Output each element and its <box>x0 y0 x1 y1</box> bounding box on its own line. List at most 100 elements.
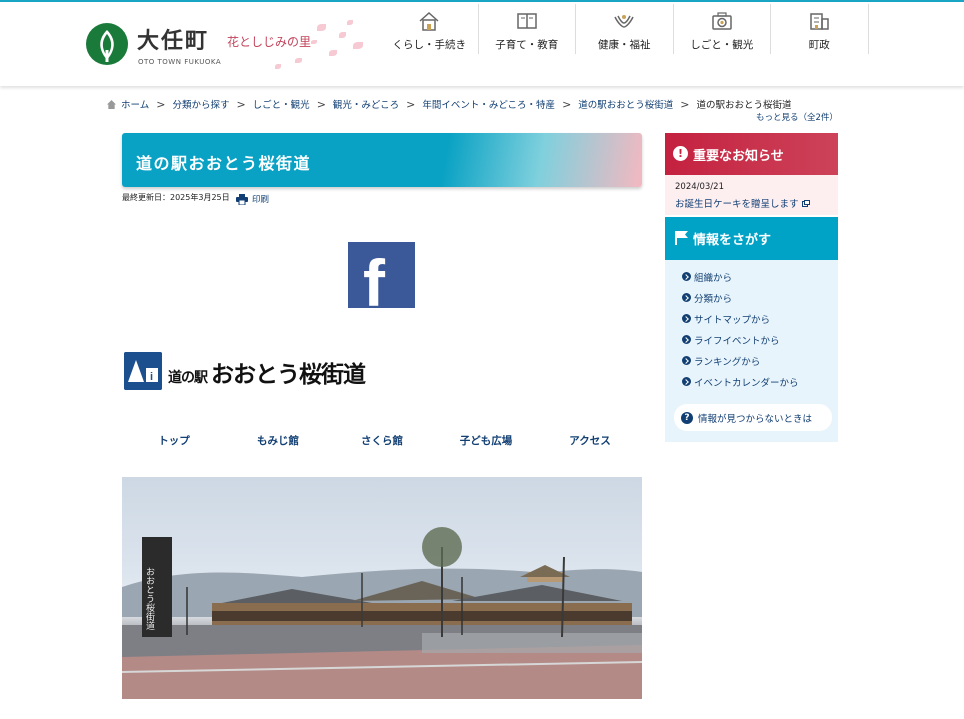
nav-label: 子育て・教育 <box>495 39 559 51</box>
station-name-text: おおとう桜街道 <box>211 361 366 388</box>
breadcrumb-separator: > <box>406 97 416 111</box>
breadcrumb-separator: > <box>562 97 572 111</box>
station-name: 道の駅 おおとう桜街道 <box>168 355 366 389</box>
sub-nav-top[interactable]: トップ <box>122 433 226 448</box>
station-photo: おおとう桜街道 <box>122 477 642 699</box>
breadcrumb-link[interactable]: 観光・みどころ <box>333 97 399 111</box>
find-info-list: 組織から 分類から サイトマップから ライフイベントから ランキングから イベン… <box>682 266 799 392</box>
home-icon <box>107 99 116 109</box>
find-by-ranking[interactable]: ランキングから <box>682 350 799 371</box>
info-not-found-button[interactable]: ? 情報が見つからないときは <box>674 404 832 431</box>
notice-link-text: お誕生日ケーキを贈呈します <box>675 199 799 210</box>
building-icon <box>810 13 829 30</box>
nav-item-health[interactable]: 健康・福祉 <box>576 4 674 54</box>
svg-text:i: i <box>150 371 153 383</box>
sub-nav-kids[interactable]: 子ども広場 <box>434 433 538 448</box>
petal-decoration <box>275 64 281 69</box>
important-notice-header: ! 重要なお知らせ <box>665 133 838 175</box>
arrow-circle-icon <box>682 272 691 281</box>
find-by-category[interactable]: 分類から <box>682 287 799 308</box>
logo-tagline: 花としじみの里 <box>227 35 312 49</box>
notice-date: 2024/03/21 <box>675 182 724 192</box>
house-icon <box>419 11 439 31</box>
facebook-link[interactable]: f <box>348 242 415 308</box>
petal-decoration <box>311 40 317 44</box>
petal-decoration <box>295 58 302 63</box>
logo-title: 大任町 <box>137 28 210 54</box>
breadcrumb: ホーム > 分類から探す > しごと・観光 > 観光・みどころ > 年間イベント… <box>107 97 847 111</box>
important-notice-body: 2024/03/21 お誕生日ケーキを贈呈します <box>665 175 838 215</box>
petal-decoration <box>329 50 337 56</box>
find-by-organization[interactable]: 組織から <box>682 266 799 287</box>
breadcrumb-separator: > <box>236 97 246 111</box>
petal-decoration <box>353 42 363 49</box>
arrow-circle-icon <box>682 377 691 386</box>
nav-item-government[interactable]: 町政 <box>771 4 869 54</box>
hands-icon <box>614 15 634 28</box>
page-title-bar: 道の駅おおとう桜街道 <box>122 133 642 187</box>
breadcrumb-separator: > <box>156 97 166 111</box>
nav-label: しごと・観光 <box>690 39 754 51</box>
nav-label: 町政 <box>808 39 830 51</box>
petal-decoration <box>347 20 353 25</box>
printer-icon <box>236 193 248 205</box>
info-not-found-label: 情報が見つからないときは <box>698 413 813 425</box>
facebook-icon: f <box>363 246 385 308</box>
site-logo[interactable]: 大任町 OTO TOWN FUKUOKA 花としじみの里 <box>85 20 375 80</box>
book-icon <box>517 13 537 29</box>
sub-nav-access[interactable]: アクセス <box>538 433 642 448</box>
road-station-badge-icon: i <box>124 352 162 390</box>
nav-item-work[interactable]: しごと・観光 <box>674 4 771 54</box>
find-item-label: 分類から <box>694 293 733 305</box>
petal-decoration <box>339 32 346 38</box>
breadcrumb-separator: > <box>316 97 326 111</box>
find-item-label: イベントカレンダーから <box>694 377 799 389</box>
question-icon: ? <box>681 411 693 424</box>
find-by-life-event[interactable]: ライフイベントから <box>682 329 799 350</box>
site-header: 大任町 OTO TOWN FUKUOKA 花としじみの里 くらし・手続き 子育て… <box>0 2 964 86</box>
find-item-label: ライフイベントから <box>694 335 780 347</box>
find-item-label: サイトマップから <box>694 314 771 326</box>
breadcrumb-more-link[interactable]: もっと見る（全2件） <box>756 111 838 123</box>
find-by-sitemap[interactable]: サイトマップから <box>682 308 799 329</box>
station-photo-scene: おおとう桜街道 <box>122 527 642 699</box>
arrow-circle-icon <box>682 356 691 365</box>
logo-subtitle: OTO TOWN FUKUOKA <box>138 58 222 66</box>
station-logo: i 道の駅 おおとう桜街道 <box>124 352 386 392</box>
sub-nav-momiji[interactable]: もみじ館 <box>226 433 330 448</box>
station-sub-nav: トップ もみじ館 さくら館 子ども広場 アクセス <box>122 433 642 448</box>
nav-item-living[interactable]: くらし・手続き <box>381 4 479 54</box>
arrow-circle-icon <box>682 335 691 344</box>
breadcrumb-link[interactable]: 分類から探す <box>172 97 229 111</box>
breadcrumb-link[interactable]: 年間イベント・みどころ・特産 <box>422 97 555 111</box>
nav-label: 健康・福祉 <box>598 39 651 51</box>
petal-decoration <box>317 24 326 31</box>
nav-item-childcare[interactable]: 子育て・教育 <box>479 4 576 54</box>
sub-nav-sakura[interactable]: さくら館 <box>330 433 434 448</box>
breadcrumb-current: 道の駅おおとう桜街道 <box>696 100 792 111</box>
last-updated: 最終更新日：2025年3月25日 <box>122 193 230 202</box>
town-emblem-icon <box>86 23 128 65</box>
breadcrumb-link[interactable]: しごと・観光 <box>253 97 310 111</box>
global-nav: くらし・手続き 子育て・教育 健康・福祉 しごと・観光 町政 <box>381 4 869 54</box>
station-prefix: 道の駅 <box>168 370 208 386</box>
arrow-circle-icon <box>682 293 691 302</box>
camera-icon <box>712 12 732 30</box>
find-item-label: 組織から <box>694 272 733 284</box>
breadcrumb-link[interactable]: ホーム <box>121 97 149 111</box>
photo-sign-text: おおとう桜街道 <box>144 567 155 631</box>
notice-title: 重要なお知らせ <box>693 149 784 164</box>
find-info-header: 情報をさがす <box>665 217 838 260</box>
flag-icon <box>675 231 688 245</box>
print-button[interactable]: 印刷 <box>236 193 269 205</box>
external-window-icon <box>801 200 810 207</box>
notice-link[interactable]: お誕生日ケーキを贈呈します <box>675 196 810 210</box>
find-item-label: ランキングから <box>694 356 761 368</box>
find-info-title: 情報をさがす <box>693 233 772 248</box>
arrow-circle-icon <box>682 314 691 323</box>
find-by-event-calendar[interactable]: イベントカレンダーから <box>682 371 799 392</box>
breadcrumb-link[interactable]: 道の駅おおとう桜街道 <box>578 97 673 111</box>
page-title: 道の駅おおとう桜街道 <box>136 154 312 173</box>
nav-label: くらし・手続き <box>392 39 467 51</box>
print-label: 印刷 <box>252 195 270 205</box>
